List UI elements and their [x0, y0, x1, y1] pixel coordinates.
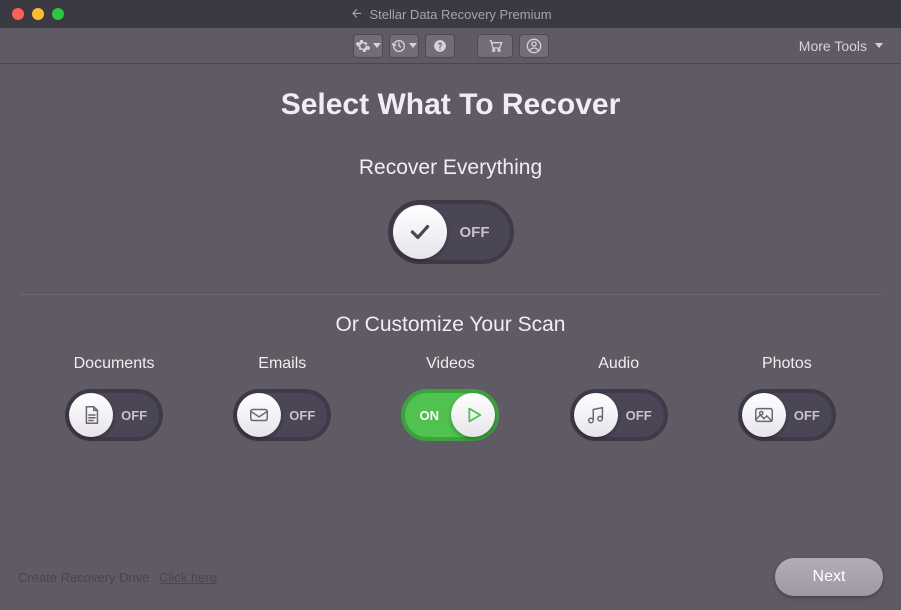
- toggle-knob: [742, 393, 786, 437]
- chevron-down-icon: [409, 43, 417, 48]
- toggle-state-label: OFF: [460, 224, 490, 241]
- toggle-knob: [69, 393, 113, 437]
- toggle-knob: [237, 393, 281, 437]
- category-videos: Videos ON: [401, 355, 499, 441]
- section-divider: [20, 294, 881, 295]
- image-icon: [753, 404, 775, 426]
- create-recovery-drive-link[interactable]: Click here: [159, 570, 217, 585]
- documents-toggle[interactable]: OFF: [65, 389, 163, 441]
- chevron-down-icon: [875, 43, 883, 48]
- next-button[interactable]: Next: [775, 558, 883, 596]
- category-row: Documents OFF Emails OFF Videos ON: [20, 355, 881, 441]
- minimize-window-button[interactable]: [32, 8, 44, 20]
- cart-button[interactable]: [477, 34, 513, 58]
- chevron-down-icon: [373, 43, 381, 48]
- cart-icon: [486, 38, 504, 54]
- emails-toggle[interactable]: OFF: [233, 389, 331, 441]
- recover-everything-toggle[interactable]: OFF: [388, 200, 514, 264]
- videos-toggle[interactable]: ON: [401, 389, 499, 441]
- main-panel: Select What To Recover Recover Everythin…: [0, 64, 901, 441]
- window-title: Stellar Data Recovery Premium: [349, 7, 551, 22]
- more-tools-label: More Tools: [799, 38, 867, 54]
- footer: Create Recovery Drive Click here Next: [18, 558, 883, 596]
- document-icon: [80, 404, 102, 426]
- category-photos: Photos OFF: [738, 355, 836, 441]
- window-controls: [0, 8, 64, 20]
- page-title: Select What To Recover: [20, 88, 881, 122]
- recover-everything-heading: Recover Everything: [20, 156, 881, 180]
- toggle-state-label: ON: [419, 408, 439, 423]
- photos-toggle[interactable]: OFF: [738, 389, 836, 441]
- category-label: Videos: [426, 355, 475, 373]
- history-icon: [391, 38, 407, 54]
- gear-icon: [355, 38, 371, 54]
- account-button[interactable]: [519, 34, 549, 58]
- toggle-knob: [451, 393, 495, 437]
- category-audio: Audio OFF: [570, 355, 668, 441]
- audio-toggle[interactable]: OFF: [570, 389, 668, 441]
- user-icon: [526, 38, 542, 54]
- toggle-state-label: OFF: [289, 408, 315, 423]
- envelope-icon: [247, 404, 271, 426]
- category-label: Photos: [762, 355, 812, 373]
- close-window-button[interactable]: [12, 8, 24, 20]
- toolbar-group: [353, 34, 549, 58]
- settings-button[interactable]: [353, 34, 383, 58]
- category-emails: Emails OFF: [233, 355, 331, 441]
- category-label: Audio: [598, 355, 639, 373]
- create-recovery-drive-label: Create Recovery Drive: [18, 570, 150, 585]
- toggle-state-label: OFF: [794, 408, 820, 423]
- category-label: Emails: [258, 355, 306, 373]
- window-titlebar: Stellar Data Recovery Premium: [0, 0, 901, 28]
- more-tools-menu[interactable]: More Tools: [799, 28, 883, 63]
- help-button[interactable]: [425, 34, 455, 58]
- music-icon: [585, 404, 607, 426]
- footer-left: Create Recovery Drive Click here: [18, 570, 217, 585]
- check-icon: [407, 219, 433, 245]
- window-title-text: Stellar Data Recovery Premium: [369, 7, 551, 22]
- toggle-knob: [574, 393, 618, 437]
- toolbar: More Tools: [0, 28, 901, 64]
- history-button[interactable]: [389, 34, 419, 58]
- customize-heading: Or Customize Your Scan: [20, 313, 881, 337]
- question-icon: [433, 39, 447, 53]
- play-icon: [462, 404, 484, 426]
- zoom-window-button[interactable]: [52, 8, 64, 20]
- toggle-knob: [393, 205, 447, 259]
- category-documents: Documents OFF: [65, 355, 163, 441]
- next-button-label: Next: [813, 568, 846, 586]
- back-arrow-icon: [349, 7, 363, 21]
- toggle-state-label: OFF: [121, 408, 147, 423]
- category-label: Documents: [74, 355, 155, 373]
- toggle-state-label: OFF: [626, 408, 652, 423]
